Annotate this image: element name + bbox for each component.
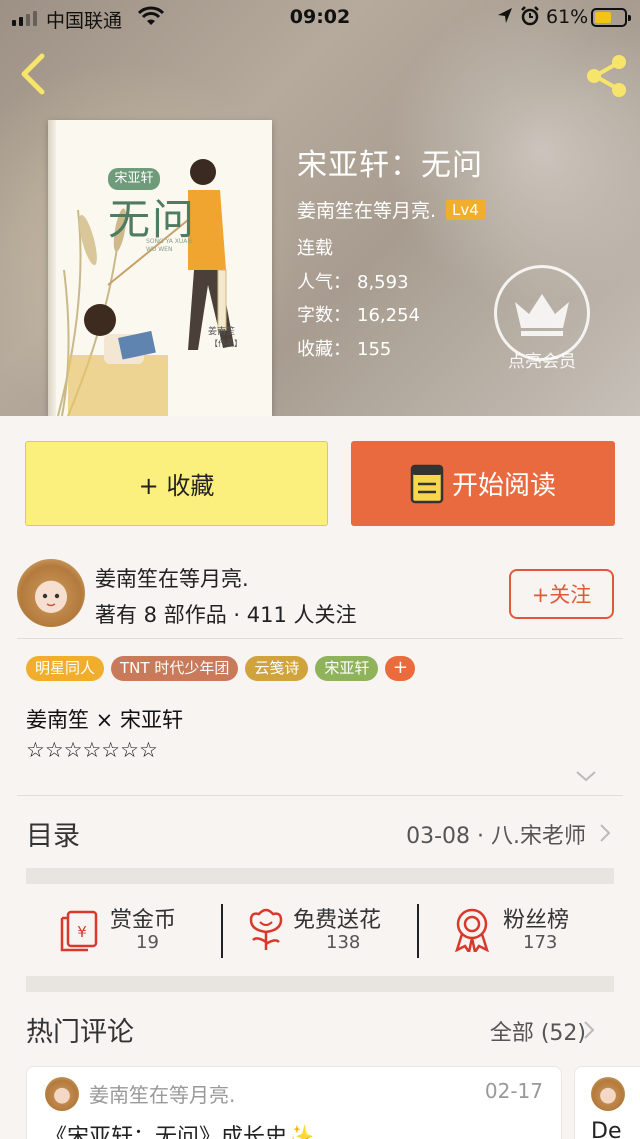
- author-avatar[interactable]: [17, 559, 85, 627]
- reward-count: 19: [136, 932, 159, 953]
- book-cover[interactable]: 宋亚轩 无问 SONG YA XUAN WU WEN 姜南笙 【作品】: [48, 120, 272, 416]
- vip-label: 点亮会员: [508, 352, 576, 372]
- collect-button[interactable]: + 收藏: [25, 441, 328, 526]
- favorites-line: 收藏： 155: [297, 335, 391, 361]
- flower-icon: [249, 908, 283, 950]
- reward-coins-button[interactable]: ¥ 赏金币 19: [26, 886, 222, 976]
- chevron-right-icon[interactable]: [582, 1019, 596, 1041]
- serial-status: 连载: [297, 238, 333, 259]
- follow-button[interactable]: +关注: [509, 569, 614, 619]
- add-tag-button[interactable]: +: [385, 656, 416, 681]
- word-count-label: 字数：: [297, 305, 351, 326]
- tag-chip[interactable]: 明星同人: [26, 656, 105, 681]
- location-icon: [497, 7, 513, 30]
- commenter-name: 姜南笙在等月亮.: [89, 1083, 236, 1107]
- section-separator: [26, 868, 614, 884]
- word-count-line: 字数： 16,254: [297, 301, 420, 327]
- expand-description-button[interactable]: [574, 766, 598, 786]
- comment-date: 02-17: [484, 1079, 543, 1103]
- favorites-value: 155: [357, 339, 392, 360]
- reward-title: 粉丝榜: [503, 908, 570, 933]
- word-count-value: 16,254: [357, 305, 420, 326]
- cover-works: 【作品】: [210, 339, 242, 348]
- start-reading-label: 开始阅读: [451, 471, 556, 501]
- popularity-line: 人气： 8,593: [297, 268, 409, 294]
- author-name[interactable]: 姜南笙在等月亮.: [95, 563, 249, 593]
- battery-percent: 61%: [546, 6, 589, 28]
- commenter-avatar[interactable]: [591, 1077, 625, 1111]
- popularity-label: 人气：: [297, 272, 351, 293]
- description-line: 姜南笙 × 宋亚轩: [26, 708, 183, 732]
- avatar-illustration: [35, 581, 67, 613]
- commenter-avatar[interactable]: [45, 1077, 79, 1111]
- cover-spine: [48, 120, 56, 416]
- free-flower-button[interactable]: 免费送花 138: [223, 886, 419, 976]
- back-button[interactable]: [14, 52, 54, 96]
- all-comments-link[interactable]: 全部 (52): [490, 1015, 586, 1047]
- battery-icon: [591, 8, 631, 27]
- book-author-line: 姜南笙在等月亮. Lv4: [297, 196, 485, 223]
- cover-illustration: [56, 120, 272, 416]
- red-envelope-icon: ¥: [60, 910, 98, 952]
- fan-ranking-button[interactable]: 粉丝榜 173: [419, 886, 615, 976]
- latest-chapter: 03-08 · 八.宋老师: [406, 824, 586, 849]
- tag-chip[interactable]: 云笺诗: [245, 656, 309, 681]
- back-arrow-icon: [21, 53, 45, 95]
- reward-title: 赏金币: [110, 908, 177, 933]
- start-reading-button[interactable]: 开始阅读: [351, 441, 615, 526]
- description-line: ☆☆☆☆☆☆☆: [26, 738, 158, 762]
- author-stats: 著有 8 部作品 · 411 人关注: [95, 603, 357, 627]
- reward-count: 173: [523, 932, 558, 953]
- level-badge: Lv4: [446, 199, 485, 220]
- svg-text:¥: ¥: [77, 923, 87, 941]
- book-author[interactable]: 姜南笙在等月亮.: [297, 196, 436, 223]
- divider: [17, 638, 623, 639]
- chevron-down-icon: [576, 771, 596, 782]
- book-header: 中国联通 09:02 61% 宋亚轩 无问 SONG YA XUAN WU WE…: [0, 0, 640, 416]
- book-description: 姜南笙 × 宋亚轩 ☆☆☆☆☆☆☆: [26, 705, 183, 765]
- comment-card[interactable]: De: [574, 1066, 640, 1139]
- tag-chip[interactable]: TNT 时代少年团: [111, 656, 239, 681]
- comment-text: 《宋亚轩：无问》成长史✨: [45, 1125, 315, 1139]
- tag-list: 明星同人 TNT 时代少年团 云笺诗 宋亚轩 +: [26, 656, 416, 681]
- favorites-label: 收藏：: [297, 339, 351, 360]
- share-icon: [587, 55, 626, 97]
- share-button[interactable]: [582, 52, 630, 100]
- toc-label: 目录: [26, 821, 80, 852]
- book-title: 宋亚轩：无问: [297, 148, 483, 183]
- reward-title: 免费送花: [293, 908, 382, 933]
- popularity-value: 8,593: [357, 272, 409, 293]
- comment-card[interactable]: 姜南笙在等月亮. 02-17 《宋亚轩：无问》成长史✨: [26, 1066, 562, 1139]
- reward-count: 138: [326, 932, 361, 953]
- book-info: 宋亚轩：无问 姜南笙在等月亮. Lv4 连载 人气： 8,593 字数： 16,25…: [297, 140, 485, 360]
- alarm-icon: [520, 5, 540, 32]
- chevron-right-icon: [600, 824, 611, 842]
- ribbon-badge-icon: [455, 908, 489, 952]
- cover-subtitle: SONG YA XUAN WU WEN: [146, 238, 192, 253]
- section-separator: [26, 976, 614, 992]
- clock: 09:02: [289, 6, 351, 28]
- hot-comments-title: 热门评论: [26, 1017, 134, 1048]
- cover-author: 姜南笙: [208, 327, 236, 337]
- comment-text: De: [591, 1119, 622, 1139]
- vip-button[interactable]: 点亮会员: [492, 265, 592, 372]
- tag-chip[interactable]: 宋亚轩: [315, 656, 379, 681]
- rewards-row: ¥ 赏金币 19 免费送花 138 粉丝榜 173: [26, 886, 614, 976]
- status-bar: 中国联通 09:02 61%: [0, 0, 640, 36]
- table-of-contents-row[interactable]: 目录 03-08 · 八.宋老师: [26, 796, 614, 866]
- book-icon: [410, 464, 444, 503]
